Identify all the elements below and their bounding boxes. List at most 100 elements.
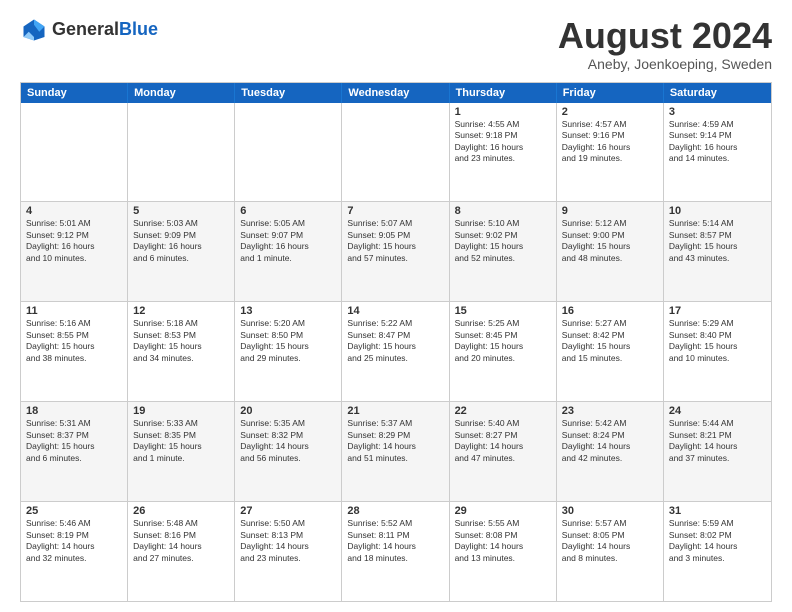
cell-text: Sunrise: 5:16 AM Sunset: 8:55 PM Dayligh… (26, 318, 122, 364)
calendar-row-1: 1Sunrise: 4:55 AM Sunset: 9:18 PM Daylig… (21, 103, 771, 202)
cell-text: Sunrise: 5:33 AM Sunset: 8:35 PM Dayligh… (133, 418, 229, 464)
day-number: 1 (455, 106, 551, 118)
cell-text: Sunrise: 5:18 AM Sunset: 8:53 PM Dayligh… (133, 318, 229, 364)
cell-text: Sunrise: 5:40 AM Sunset: 8:27 PM Dayligh… (455, 418, 551, 464)
cell-text: Sunrise: 5:14 AM Sunset: 8:57 PM Dayligh… (669, 218, 766, 264)
cal-cell: 11Sunrise: 5:16 AM Sunset: 8:55 PM Dayli… (21, 302, 128, 401)
day-number: 9 (562, 205, 658, 217)
cal-cell: 26Sunrise: 5:48 AM Sunset: 8:16 PM Dayli… (128, 502, 235, 601)
cell-text: Sunrise: 5:25 AM Sunset: 8:45 PM Dayligh… (455, 318, 551, 364)
cal-cell: 23Sunrise: 5:42 AM Sunset: 8:24 PM Dayli… (557, 402, 664, 501)
cell-text: Sunrise: 5:44 AM Sunset: 8:21 PM Dayligh… (669, 418, 766, 464)
cell-text: Sunrise: 5:55 AM Sunset: 8:08 PM Dayligh… (455, 518, 551, 564)
cal-cell (128, 103, 235, 202)
cal-cell: 22Sunrise: 5:40 AM Sunset: 8:27 PM Dayli… (450, 402, 557, 501)
cal-cell: 6Sunrise: 5:05 AM Sunset: 9:07 PM Daylig… (235, 202, 342, 301)
header-day-sunday: Sunday (21, 83, 128, 103)
cal-cell: 13Sunrise: 5:20 AM Sunset: 8:50 PM Dayli… (235, 302, 342, 401)
day-number: 29 (455, 505, 551, 517)
day-number: 11 (26, 305, 122, 317)
cell-text: Sunrise: 5:52 AM Sunset: 8:11 PM Dayligh… (347, 518, 443, 564)
cal-cell: 19Sunrise: 5:33 AM Sunset: 8:35 PM Dayli… (128, 402, 235, 501)
cell-text: Sunrise: 5:27 AM Sunset: 8:42 PM Dayligh… (562, 318, 658, 364)
cell-text: Sunrise: 5:01 AM Sunset: 9:12 PM Dayligh… (26, 218, 122, 264)
calendar-row-5: 25Sunrise: 5:46 AM Sunset: 8:19 PM Dayli… (21, 501, 771, 601)
day-number: 31 (669, 505, 766, 517)
day-number: 3 (669, 106, 766, 118)
day-number: 13 (240, 305, 336, 317)
cell-text: Sunrise: 5:07 AM Sunset: 9:05 PM Dayligh… (347, 218, 443, 264)
day-number: 18 (26, 405, 122, 417)
day-number: 26 (133, 505, 229, 517)
day-number: 15 (455, 305, 551, 317)
cell-text: Sunrise: 5:35 AM Sunset: 8:32 PM Dayligh… (240, 418, 336, 464)
header-day-saturday: Saturday (664, 83, 771, 103)
day-number: 14 (347, 305, 443, 317)
cal-cell: 29Sunrise: 5:55 AM Sunset: 8:08 PM Dayli… (450, 502, 557, 601)
day-number: 19 (133, 405, 229, 417)
cell-text: Sunrise: 5:22 AM Sunset: 8:47 PM Dayligh… (347, 318, 443, 364)
cal-cell: 25Sunrise: 5:46 AM Sunset: 8:19 PM Dayli… (21, 502, 128, 601)
cal-cell: 10Sunrise: 5:14 AM Sunset: 8:57 PM Dayli… (664, 202, 771, 301)
cal-cell (21, 103, 128, 202)
day-number: 22 (455, 405, 551, 417)
day-number: 17 (669, 305, 766, 317)
calendar-row-4: 18Sunrise: 5:31 AM Sunset: 8:37 PM Dayli… (21, 401, 771, 501)
month-title: August 2024 (558, 16, 772, 56)
day-number: 12 (133, 305, 229, 317)
cell-text: Sunrise: 5:50 AM Sunset: 8:13 PM Dayligh… (240, 518, 336, 564)
cell-text: Sunrise: 5:59 AM Sunset: 8:02 PM Dayligh… (669, 518, 766, 564)
day-number: 2 (562, 106, 658, 118)
calendar-body: 1Sunrise: 4:55 AM Sunset: 9:18 PM Daylig… (21, 103, 771, 601)
header-day-friday: Friday (557, 83, 664, 103)
header-day-wednesday: Wednesday (342, 83, 449, 103)
cal-cell: 24Sunrise: 5:44 AM Sunset: 8:21 PM Dayli… (664, 402, 771, 501)
cal-cell: 7Sunrise: 5:07 AM Sunset: 9:05 PM Daylig… (342, 202, 449, 301)
logo: GeneralBlue (20, 16, 158, 44)
cell-text: Sunrise: 4:59 AM Sunset: 9:14 PM Dayligh… (669, 119, 766, 165)
header-day-thursday: Thursday (450, 83, 557, 103)
cell-text: Sunrise: 5:05 AM Sunset: 9:07 PM Dayligh… (240, 218, 336, 264)
cell-text: Sunrise: 5:42 AM Sunset: 8:24 PM Dayligh… (562, 418, 658, 464)
cal-cell: 21Sunrise: 5:37 AM Sunset: 8:29 PM Dayli… (342, 402, 449, 501)
cell-text: Sunrise: 5:12 AM Sunset: 9:00 PM Dayligh… (562, 218, 658, 264)
cell-text: Sunrise: 4:55 AM Sunset: 9:18 PM Dayligh… (455, 119, 551, 165)
day-number: 20 (240, 405, 336, 417)
cal-cell: 30Sunrise: 5:57 AM Sunset: 8:05 PM Dayli… (557, 502, 664, 601)
cal-cell: 28Sunrise: 5:52 AM Sunset: 8:11 PM Dayli… (342, 502, 449, 601)
cal-cell: 1Sunrise: 4:55 AM Sunset: 9:18 PM Daylig… (450, 103, 557, 202)
cal-cell (235, 103, 342, 202)
day-number: 10 (669, 205, 766, 217)
cell-text: Sunrise: 5:57 AM Sunset: 8:05 PM Dayligh… (562, 518, 658, 564)
cal-cell: 16Sunrise: 5:27 AM Sunset: 8:42 PM Dayli… (557, 302, 664, 401)
page: GeneralBlue August 2024 Aneby, Joenkoepi… (0, 0, 792, 612)
cell-text: Sunrise: 5:37 AM Sunset: 8:29 PM Dayligh… (347, 418, 443, 464)
cal-cell: 5Sunrise: 5:03 AM Sunset: 9:09 PM Daylig… (128, 202, 235, 301)
calendar: SundayMondayTuesdayWednesdayThursdayFrid… (20, 82, 772, 602)
cell-text: Sunrise: 5:48 AM Sunset: 8:16 PM Dayligh… (133, 518, 229, 564)
day-number: 27 (240, 505, 336, 517)
header: GeneralBlue August 2024 Aneby, Joenkoepi… (20, 16, 772, 72)
cal-cell: 14Sunrise: 5:22 AM Sunset: 8:47 PM Dayli… (342, 302, 449, 401)
cell-text: Sunrise: 5:03 AM Sunset: 9:09 PM Dayligh… (133, 218, 229, 264)
cal-cell: 18Sunrise: 5:31 AM Sunset: 8:37 PM Dayli… (21, 402, 128, 501)
cal-cell: 31Sunrise: 5:59 AM Sunset: 8:02 PM Dayli… (664, 502, 771, 601)
cell-text: Sunrise: 4:57 AM Sunset: 9:16 PM Dayligh… (562, 119, 658, 165)
day-number: 21 (347, 405, 443, 417)
cal-cell: 17Sunrise: 5:29 AM Sunset: 8:40 PM Dayli… (664, 302, 771, 401)
cal-cell: 3Sunrise: 4:59 AM Sunset: 9:14 PM Daylig… (664, 103, 771, 202)
cal-cell: 9Sunrise: 5:12 AM Sunset: 9:00 PM Daylig… (557, 202, 664, 301)
header-day-monday: Monday (128, 83, 235, 103)
calendar-row-2: 4Sunrise: 5:01 AM Sunset: 9:12 PM Daylig… (21, 201, 771, 301)
day-number: 5 (133, 205, 229, 217)
header-day-tuesday: Tuesday (235, 83, 342, 103)
cal-cell: 12Sunrise: 5:18 AM Sunset: 8:53 PM Dayli… (128, 302, 235, 401)
cell-text: Sunrise: 5:20 AM Sunset: 8:50 PM Dayligh… (240, 318, 336, 364)
day-number: 25 (26, 505, 122, 517)
calendar-header: SundayMondayTuesdayWednesdayThursdayFrid… (21, 83, 771, 103)
cal-cell: 2Sunrise: 4:57 AM Sunset: 9:16 PM Daylig… (557, 103, 664, 202)
cell-text: Sunrise: 5:10 AM Sunset: 9:02 PM Dayligh… (455, 218, 551, 264)
day-number: 7 (347, 205, 443, 217)
title-block: August 2024 Aneby, Joenkoeping, Sweden (558, 16, 772, 72)
day-number: 28 (347, 505, 443, 517)
